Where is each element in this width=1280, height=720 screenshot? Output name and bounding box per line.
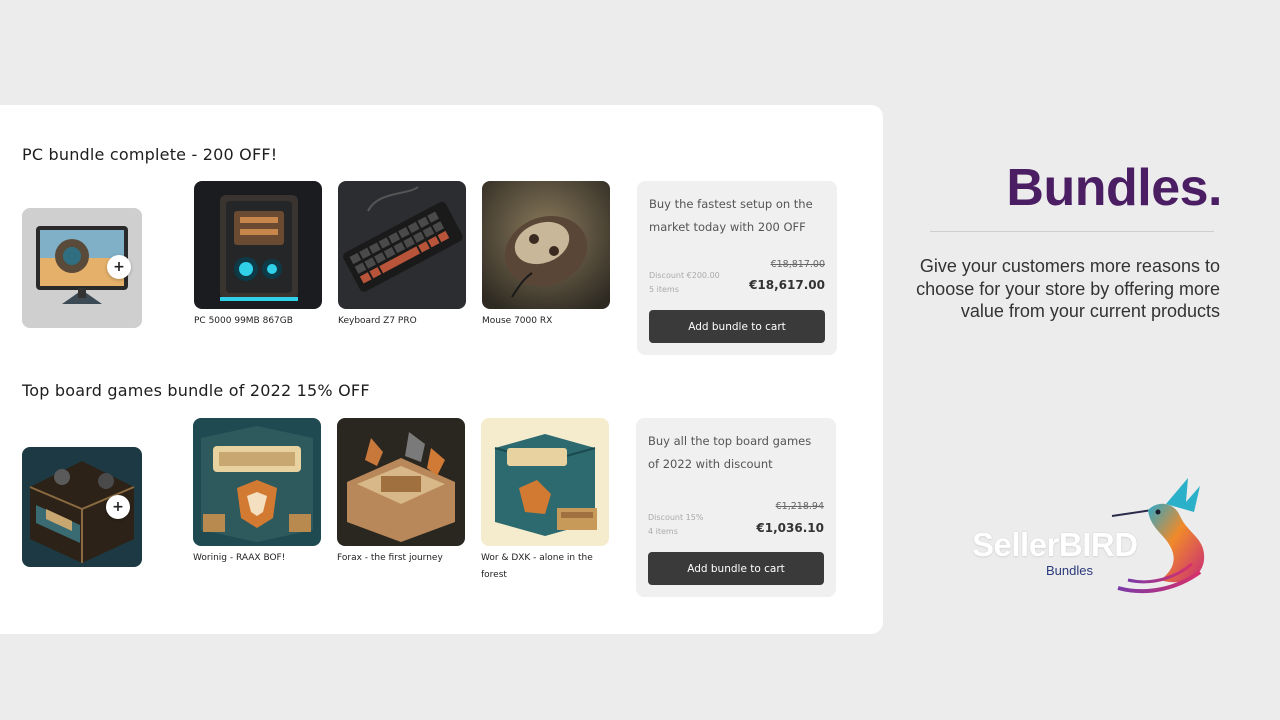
add-bundle-to-cart-button[interactable]: Add bundle to cart [649,310,825,343]
add-product-button[interactable]: + [107,255,131,279]
bundle-product: Keyboard Z7 PRO [338,181,466,330]
product-image[interactable] [194,181,322,309]
offer-meta: Discount €200.00 5 items [649,269,720,297]
bundle-product: PC 5000 99MB 867GB [194,181,322,330]
bundle-product: Mouse 7000 RX [482,181,610,330]
wor-dxk-box-image [481,418,609,546]
bundle-product: Wor & DXK - alone in the forest [481,418,609,584]
hero-description: Give your customers more reasons to choo… [916,256,1220,321]
items-count: 5 items [649,285,679,294]
bundle-product: Forax - the first journey [337,418,465,567]
original-price: €1,218.94 [775,501,824,512]
bundles-card: PC bundle complete - 200 OFF! + PC 5000 … [0,105,883,634]
product-image[interactable] [337,418,465,546]
brand-subtitle: Bundles [1046,563,1093,578]
product-image[interactable] [338,181,466,309]
bundle-offer-panel: Buy the fastest setup on the market toda… [637,181,837,355]
product-image[interactable] [193,418,321,546]
bundle-title: Top board games bundle of 2022 15% OFF [22,381,370,400]
product-image[interactable] [482,181,610,309]
product-name: Mouse 7000 RX [482,316,553,326]
product-image[interactable] [481,418,609,546]
discount-label: Discount €200.00 [649,271,720,280]
product-name: Forax - the first journey [337,553,443,563]
offer-description: Buy all the top board games of 2022 with… [648,434,812,471]
items-count: 4 items [648,527,678,536]
add-bundle-to-cart-button[interactable]: Add bundle to cart [648,552,824,585]
product-name: PC 5000 99MB 867GB [194,316,293,326]
hero-title: Bundles. [1006,159,1222,217]
product-name: Wor & DXK - alone in the forest [481,553,593,580]
divider [930,231,1214,232]
bundle-product: Worinig - RAAX BOF! [193,418,321,567]
offer-meta: Discount 15% 4 items [648,511,703,539]
mouse-image [482,181,610,309]
keyboard-image [338,181,466,309]
pc-tower-image [194,181,322,309]
bundle-title: PC bundle complete - 200 OFF! [22,145,278,164]
original-price: €18,817.00 [770,259,825,270]
forax-box-image [337,418,465,546]
bundle-offer-panel: Buy all the top board games of 2022 with… [636,418,836,597]
worinig-box-image [193,418,321,546]
bundle-price: €1,036.10 [756,521,824,535]
brand-name: SellerBIRD [972,526,1138,563]
bundle-price: €18,617.00 [749,278,825,292]
discount-label: Discount 15% [648,513,704,522]
offer-description: Buy the fastest setup on the market toda… [649,197,813,234]
add-product-button[interactable]: + [106,495,130,519]
product-name: Worinig - RAAX BOF! [193,553,286,563]
product-name: Keyboard Z7 PRO [338,316,417,326]
